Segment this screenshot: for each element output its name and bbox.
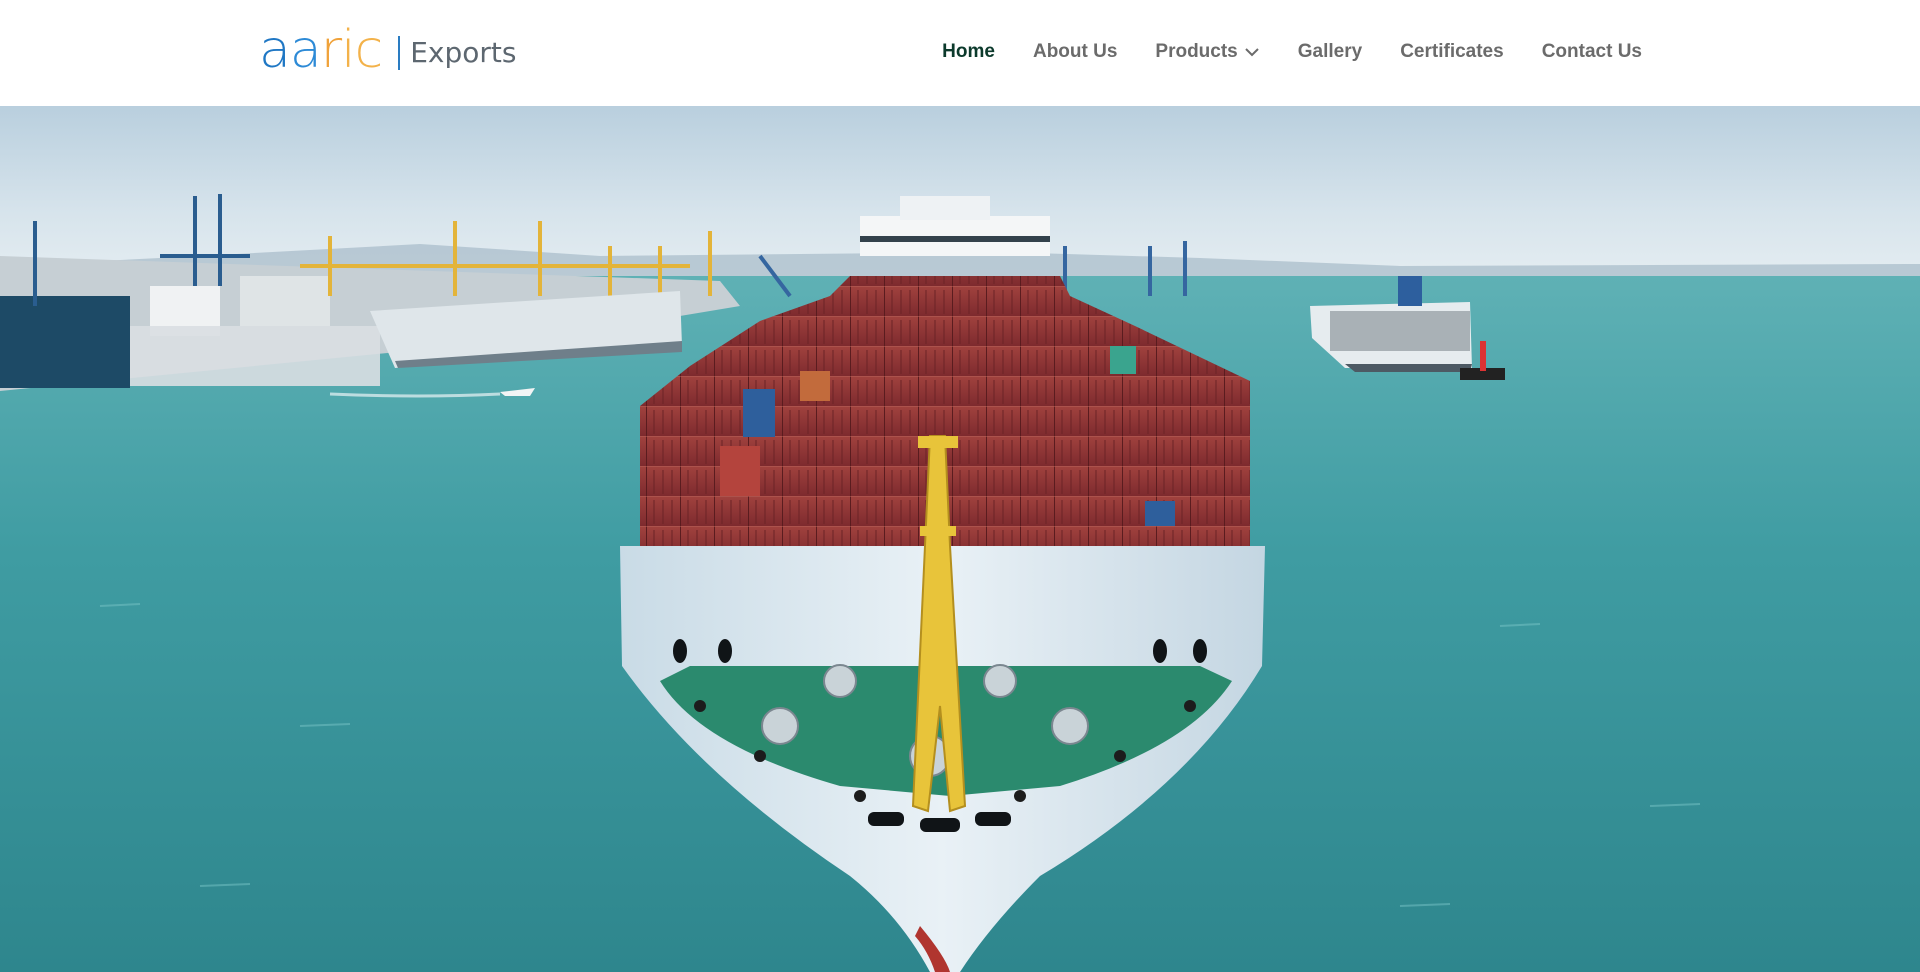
nav-certificates-label: Certificates [1400,41,1504,62]
nav-contact-us[interactable]: Contact Us [1542,41,1642,63]
nav-home-label: Home [942,41,995,62]
nav-certificates[interactable]: Certificates [1400,41,1504,63]
nav-home[interactable]: Home [942,41,995,63]
container-ship-hero-image [0,106,1920,972]
chevron-down-icon [1244,44,1260,60]
logo-wordmark: aaric [259,20,384,80]
main-navigation: Home About Us Products Gallery Certifica… [904,0,1642,104]
hero-banner [0,106,1920,972]
logo-letter-r: r [320,20,342,80]
logo-divider [398,36,401,70]
nav-gallery[interactable]: Gallery [1298,41,1362,63]
nav-products-dropdown[interactable]: Products [1155,41,1259,63]
nav-contact-label: Contact Us [1541,41,1642,62]
logo-letter-a2: a [289,20,322,80]
brand-logo[interactable]: aaric Exports [259,22,516,78]
nav-about-us[interactable]: About Us [1033,41,1117,63]
logo-letter-c: c [354,20,384,80]
nav-gallery-label: Gallery [1297,41,1363,62]
logo-letter-a1: a [259,20,291,80]
nav-about-label: About Us [1032,41,1118,62]
nav-products-label: Products [1155,41,1238,62]
logo-letter-i: i [341,20,355,80]
logo-tagline: Exports [410,35,517,69]
site-header: aaric Exports Home About Us Products Gal… [0,0,1920,106]
